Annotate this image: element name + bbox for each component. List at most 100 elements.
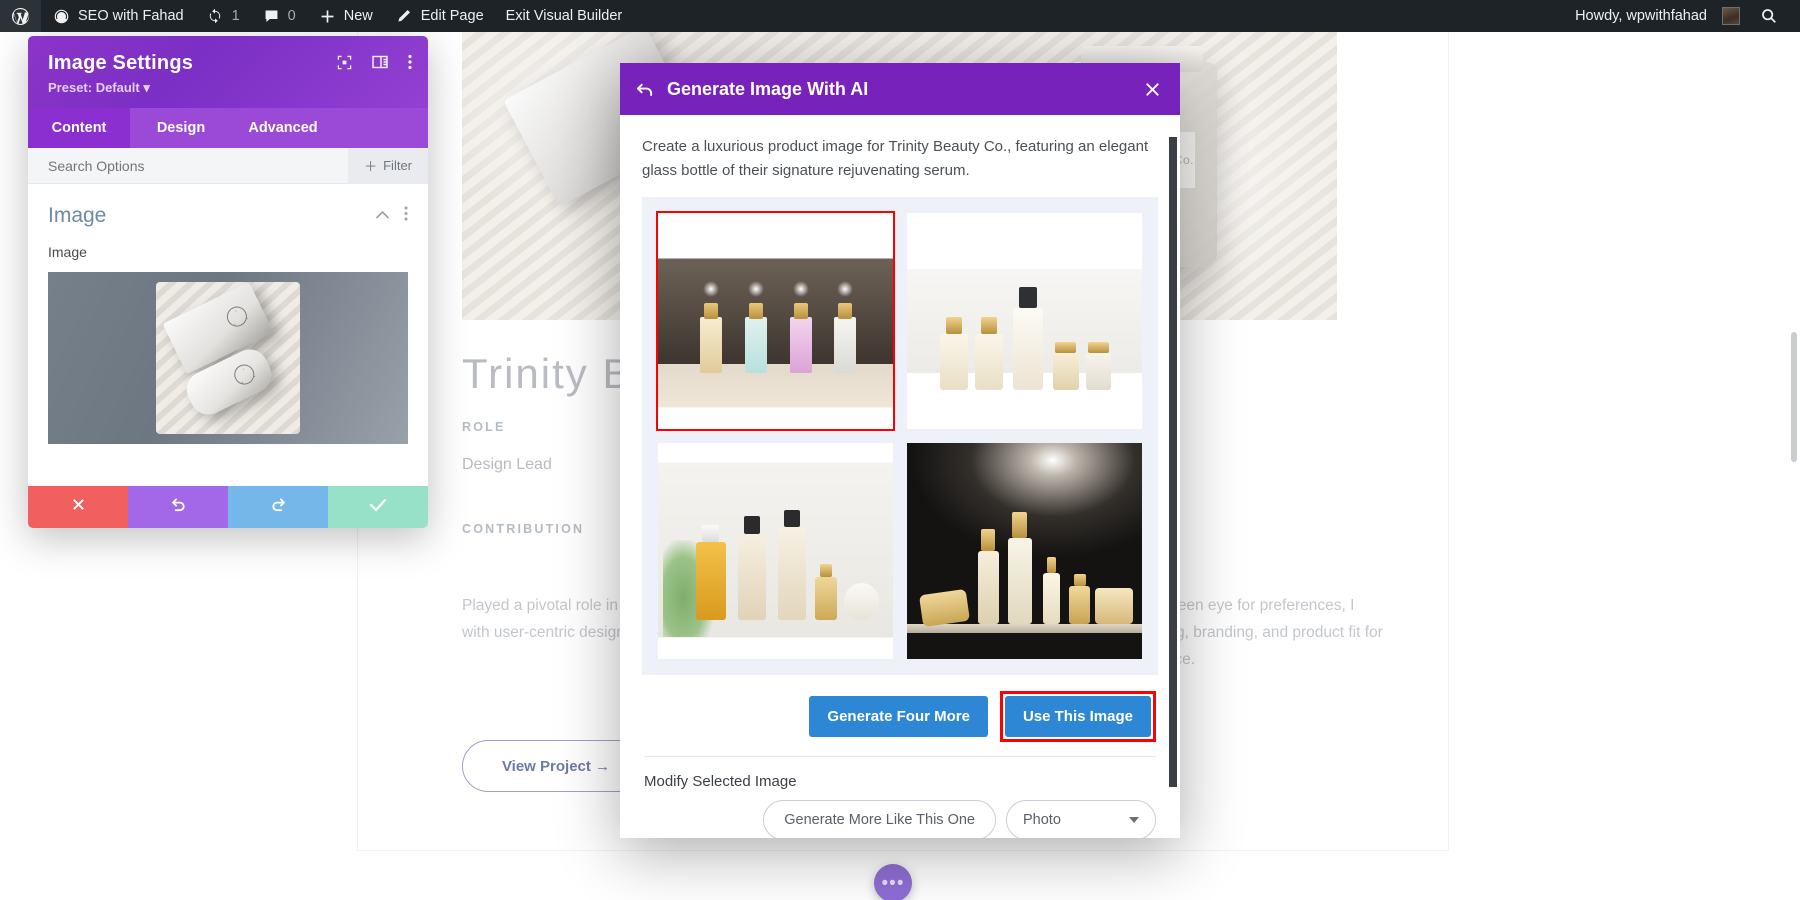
filter-label: Filter: [383, 158, 412, 173]
use-this-image-highlight: Use This Image: [999, 691, 1156, 742]
jar-lid: [1087, 342, 1110, 354]
undo-button[interactable]: [128, 486, 228, 528]
black-pump: [744, 516, 760, 534]
gold-vial: [1069, 573, 1091, 625]
modify-controls-row: Generate More Like This One Photo: [620, 800, 1180, 838]
cancel-button[interactable]: [28, 486, 128, 528]
redo-arrow-icon: [270, 496, 287, 518]
preset-selector[interactable]: Preset: Default ▾: [48, 80, 408, 96]
modal-scrollbar[interactable]: [1169, 137, 1177, 787]
bottle-cap: [981, 317, 998, 334]
search-options-input[interactable]: [48, 157, 278, 174]
vial-cap: [1073, 573, 1086, 586]
updates-menu[interactable]: 1: [195, 0, 251, 32]
preset-label: Preset: Default: [48, 80, 140, 95]
new-content-menu[interactable]: New: [307, 0, 384, 32]
table-surface: [907, 624, 1142, 634]
serum-dropper: [1043, 557, 1060, 625]
results-panel: [642, 197, 1158, 675]
bottle-pink: [789, 281, 812, 374]
howdy-label: Howdy, wpwithfahad: [1575, 8, 1707, 24]
exit-visual-builder-button[interactable]: Exit Visual Builder: [495, 0, 634, 32]
edit-page-label: Edit Page: [420, 8, 484, 24]
vial-cap: [820, 563, 832, 577]
modal-title: Generate Image With AI: [667, 78, 869, 99]
site-name-label: SEO with Fahad: [78, 8, 184, 24]
plus-icon: ＋: [364, 159, 378, 174]
save-button[interactable]: [328, 486, 428, 528]
image-preview-area[interactable]: [48, 272, 408, 444]
panel-header: Image Settings Preset: Default ▾: [28, 36, 428, 108]
black-pump: [784, 509, 800, 528]
role-value: Design Lead: [462, 456, 552, 473]
bottle-cap: [946, 317, 962, 334]
kebab-menu-icon[interactable]: [408, 54, 412, 70]
brand-mark-icon: [230, 361, 258, 388]
close-icon[interactable]: [1140, 77, 1164, 101]
bottle-glow: [837, 281, 854, 298]
bottle-mint: [744, 281, 767, 374]
module-settings-fab[interactable]: •••: [874, 864, 912, 900]
panel-header-icons: [337, 54, 412, 70]
bottle-glow: [792, 281, 809, 298]
tab-design[interactable]: Design: [130, 108, 232, 148]
bottle-cap: [704, 303, 719, 320]
site-name-menu[interactable]: SEO with Fahad: [41, 0, 195, 32]
bottle-clear: [834, 281, 857, 374]
redo-button[interactable]: [228, 486, 328, 528]
caret-down-icon: ▾: [143, 80, 150, 95]
result-image-1[interactable]: [656, 211, 895, 431]
result-image-4[interactable]: [907, 443, 1142, 659]
edit-page-menu[interactable]: Edit Page: [384, 0, 495, 32]
comment-bubble-icon: [262, 7, 281, 26]
brand-mark-icon: [223, 303, 251, 330]
panel-action-bar: [28, 486, 428, 528]
wp-logo-menu[interactable]: [0, 0, 41, 32]
result-2-thumbnail: [907, 213, 1142, 429]
back-arrow-icon[interactable]: [636, 81, 655, 98]
generate-more-like-this-button[interactable]: Generate More Like This One: [763, 800, 996, 838]
cream-jar-gold: [1095, 587, 1133, 625]
chevron-up-icon[interactable]: [375, 207, 390, 225]
jar-1: [1052, 342, 1079, 391]
image-section-controls: [375, 206, 408, 226]
results-grid: [656, 211, 1142, 659]
amber-oil-bottle: [695, 525, 727, 621]
dashboard-icon: [52, 7, 71, 26]
comments-menu[interactable]: 0: [251, 0, 307, 32]
kebab-menu-icon[interactable]: [404, 206, 408, 226]
filter-button[interactable]: ＋ Filter: [348, 147, 428, 184]
use-this-image-button[interactable]: Use This Image: [1004, 696, 1151, 737]
dropper-cap: [1046, 557, 1057, 573]
generate-four-more-button[interactable]: Generate Four More: [809, 696, 988, 737]
bottle-cap: [1012, 512, 1028, 539]
exit-visual-builder-label: Exit Visual Builder: [505, 8, 623, 24]
modal-action-buttons: Generate Four More Use This Image: [620, 675, 1180, 756]
updates-icon: [206, 7, 225, 26]
admin-search-button[interactable]: [1751, 0, 1786, 32]
wp-admin-bar: SEO with Fahad 1 0 New Edit Page Exit Vi…: [0, 0, 1800, 32]
fullscreen-icon[interactable]: [337, 55, 352, 70]
pump-bottle: [1012, 286, 1044, 391]
comments-count: 0: [287, 8, 296, 24]
tab-content[interactable]: Content: [28, 108, 130, 148]
pencil-icon: [395, 7, 414, 26]
panel-tabs: Content Design Advanced: [28, 108, 428, 148]
generate-image-with-ai-modal: Generate Image With AI Create a luxuriou…: [620, 63, 1180, 838]
image-style-select[interactable]: Photo: [1006, 800, 1156, 838]
page-scrollbar[interactable]: [1791, 332, 1797, 462]
layout-columns-icon[interactable]: [372, 55, 388, 69]
tall-bottle-1: [977, 528, 999, 625]
modal-header: Generate Image With AI: [620, 63, 1180, 115]
result-image-2[interactable]: [907, 213, 1142, 429]
my-account-menu[interactable]: Howdy, wpwithfahad: [1564, 0, 1751, 32]
result-image-3[interactable]: [658, 443, 893, 659]
white-pump: [702, 525, 720, 543]
image-section-header: Image: [28, 184, 428, 236]
cream-jar: [843, 583, 879, 621]
close-x-icon: [71, 497, 86, 517]
tab-advanced[interactable]: Advanced: [232, 108, 334, 148]
new-content-label: New: [343, 8, 373, 24]
updates-count: 1: [231, 8, 240, 24]
search-icon: [1759, 7, 1778, 26]
